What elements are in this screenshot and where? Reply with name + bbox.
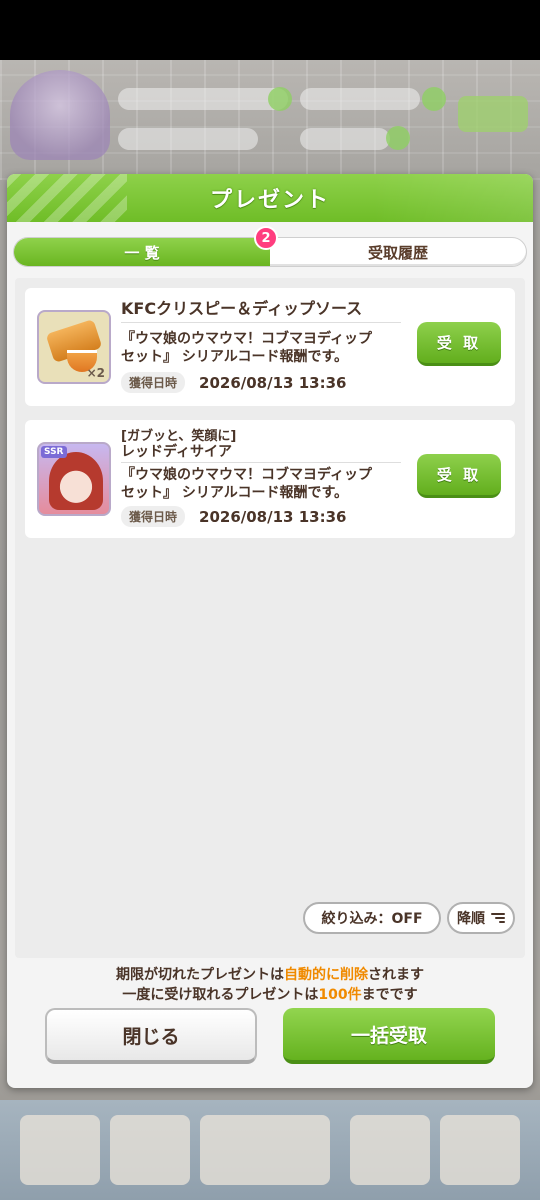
filter-button[interactable]: 絞り込み：OFF (303, 902, 441, 934)
sort-button[interactable]: 降順 (447, 902, 515, 934)
sort-descending-icon (491, 912, 505, 924)
notice-highlight: 自動的に削除 (284, 967, 368, 983)
tab-list-label: 一 覧 (124, 243, 160, 262)
sort-label: 降順 (457, 911, 485, 927)
divider (121, 462, 401, 463)
date-value: 2026/08/13 13:36 (199, 373, 347, 392)
background-plus-icon (268, 87, 292, 111)
background-bar (300, 88, 420, 110)
food-item-icon: ×2 (37, 310, 111, 384)
item-description-line2: セット』 シリアルコード報酬です。 (121, 349, 349, 365)
background-bar (118, 128, 258, 150)
background-plus-icon (422, 87, 446, 111)
bulk-receive-button[interactable]: 一括受取 (283, 1008, 495, 1064)
item-title-line1: [ガブッと、笑顔に] (121, 429, 237, 444)
character-portrait (49, 452, 103, 510)
background-button (458, 96, 528, 132)
date-label: 獲得日時 (121, 506, 186, 527)
item-description-line1: 『ウマ娘のウマウマ！コブマヨディップ (121, 467, 373, 483)
item-description-line2: セット』 シリアルコード報酬です。 (121, 485, 349, 501)
background-plus-icon (386, 126, 410, 150)
notice-highlight: 100件 (318, 987, 362, 1003)
divider (121, 322, 401, 323)
support-card-icon: SSR (37, 442, 111, 516)
background-footer-card (20, 1115, 100, 1185)
background-logo (10, 70, 110, 160)
receive-button[interactable]: 受 取 (417, 322, 501, 366)
background-footer-card (110, 1115, 190, 1185)
rarity-badge: SSR (41, 446, 67, 458)
present-list[interactable]: ×2 KFCクリスピー＆ディップソース 『ウマ娘のウマウマ！コブマヨディップ セ… (15, 278, 525, 958)
dialog-title: プレゼント (209, 188, 330, 213)
date-row: 獲得日時 2026/08/13 13:36 (121, 372, 346, 393)
background-footer-card (350, 1115, 430, 1185)
present-item: ×2 KFCクリスピー＆ディップソース 『ウマ娘のウマウマ！コブマヨディップ セ… (25, 288, 515, 406)
dialog-header: プレゼント (7, 174, 533, 222)
notice-text: されます (368, 967, 424, 983)
unread-count-badge: 2 (254, 226, 278, 250)
background-footer-card (440, 1115, 520, 1185)
notice-text: までです (361, 987, 418, 1003)
expiry-notice: 期限が切れたプレゼントは自動的に削除されます (7, 964, 533, 984)
date-label: 獲得日時 (121, 372, 186, 393)
tab-history[interactable]: 受取履歴 (270, 238, 526, 266)
date-value: 2026/08/13 13:36 (199, 507, 347, 526)
item-title: KFCクリスピー＆ディップソース (121, 299, 363, 318)
filter-label: 絞り込み：OFF (321, 911, 423, 927)
present-item: SSR [ガブッと、笑顔に] レッドディサイア 『ウマ娘のウマウマ！コブマヨディ… (25, 420, 515, 538)
tab-bar: 一 覧 受取履歴 2 (13, 226, 527, 267)
notice-text: 期限が切れたプレゼントは (116, 967, 284, 983)
close-button[interactable]: 閉じる (45, 1008, 257, 1064)
background-bar (300, 128, 390, 150)
item-description-line1: 『ウマ娘のウマウマ！コブマヨディップ (121, 331, 373, 347)
background-bar (118, 88, 288, 110)
item-quantity: ×2 (86, 366, 105, 380)
tab-history-label: 受取履歴 (367, 243, 428, 262)
receive-button[interactable]: 受 取 (417, 454, 501, 498)
notice-text: 一度に受け取れるプレゼントは (122, 987, 319, 1003)
background-footer-card (200, 1115, 330, 1185)
limit-notice: 一度に受け取れるプレゼントは100件までです (7, 984, 533, 1004)
tab-list[interactable]: 一 覧 (14, 238, 270, 266)
date-row: 獲得日時 2026/08/13 13:36 (121, 506, 346, 527)
present-dialog: プレゼント 一 覧 受取履歴 2 ×2 KFCクリスピー＆ディップソース 『ウマ… (7, 174, 533, 1088)
status-bar (0, 0, 540, 60)
